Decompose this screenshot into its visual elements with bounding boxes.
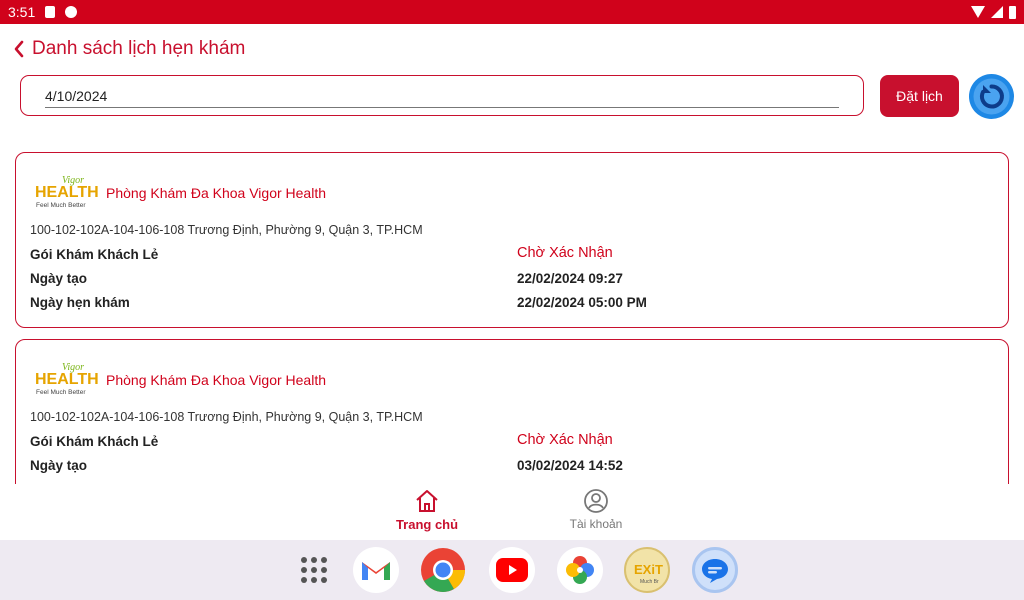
status-bar: 3:51 <box>0 0 1024 24</box>
status-time: 3:51 <box>8 4 36 20</box>
package-name: Gói Khám Khách Lẻ <box>30 247 159 262</box>
chrome-icon[interactable] <box>420 547 466 593</box>
package-name: Gói Khám Khách Lẻ <box>30 434 159 449</box>
clinic-address: 100-102-102A-104-106-108 Trương Định, Ph… <box>30 410 423 424</box>
notification-icon <box>65 6 78 18</box>
messages-icon[interactable] <box>692 547 738 593</box>
appointment-date-value: 22/02/2024 05:00 PM <box>517 295 647 310</box>
svg-text:HEALTH: HEALTH <box>35 371 98 388</box>
refresh-button[interactable] <box>969 74 1014 119</box>
status-badge: Chờ Xác Nhận <box>517 432 613 448</box>
sd-card-icon <box>45 6 56 18</box>
book-appointment-button[interactable]: Đặt lịch <box>880 75 959 117</box>
home-icon <box>416 490 438 512</box>
refresh-icon <box>969 74 1014 119</box>
appointment-list[interactable]: Vigor HEALTH Feel Much Better Phòng Khám… <box>0 140 1024 484</box>
svg-text:HEALTH: HEALTH <box>35 184 98 201</box>
youtube-icon[interactable] <box>489 547 535 593</box>
vigor-health-logo: Vigor HEALTH Feel Much Better <box>34 173 99 211</box>
appointment-card[interactable]: Vigor HEALTH Feel Much Better Phòng Khám… <box>15 339 1009 484</box>
wifi-icon <box>971 6 985 18</box>
created-label: Ngày tạo <box>30 458 88 473</box>
status-badge: Chờ Xác Nhận <box>517 245 613 261</box>
created-value: 03/02/2024 14:52 <box>517 458 623 473</box>
photos-icon[interactable] <box>557 547 603 593</box>
nav-item-home[interactable]: Trang chủ <box>390 488 464 532</box>
appointment-date-label: Ngày hẹn khám <box>30 295 130 310</box>
exit-app-icon[interactable]: EXiT Much Br <box>624 547 670 593</box>
nav-item-account[interactable]: Tài khoản <box>560 488 632 531</box>
svg-text:EXiT: EXiT <box>634 562 663 577</box>
signal-icon <box>991 6 1003 18</box>
clinic-name: Phòng Khám Đa Khoa Vigor Health <box>106 372 326 388</box>
svg-text:Much Br: Much Br <box>640 579 659 585</box>
back-arrow-icon[interactable] <box>10 36 28 62</box>
page-title: Danh sách lịch hẹn khám <box>32 38 246 59</box>
account-icon <box>584 489 608 513</box>
date-filter-input[interactable]: 4/10/2024 <box>20 75 864 116</box>
appointment-card[interactable]: Vigor HEALTH Feel Much Better Phòng Khám… <box>15 152 1009 328</box>
vigor-health-logo: Vigor HEALTH Feel Much Better <box>34 360 99 398</box>
svg-text:Feel Much Better: Feel Much Better <box>36 202 86 209</box>
nav-label-account: Tài khoản <box>569 517 623 531</box>
created-label: Ngày tạo <box>30 271 88 286</box>
bottom-navigation: Trang chủ Tài khoản <box>0 484 1024 540</box>
date-filter-value[interactable]: 4/10/2024 <box>45 88 107 104</box>
apps-grid-icon[interactable] <box>291 547 337 593</box>
nav-label-home: Trang chủ <box>395 517 459 532</box>
created-value: 22/02/2024 09:27 <box>517 271 623 286</box>
page-header: Danh sách lịch hẹn khám <box>10 36 245 62</box>
app-dock: EXiT Much Br <box>0 540 1024 600</box>
clinic-address: 100-102-102A-104-106-108 Trương Định, Ph… <box>30 223 423 237</box>
gmail-icon[interactable] <box>353 547 399 593</box>
battery-icon <box>1009 5 1016 19</box>
clinic-name: Phòng Khám Đa Khoa Vigor Health <box>106 185 326 201</box>
input-underline <box>45 107 839 108</box>
svg-text:Feel Much Better: Feel Much Better <box>36 389 86 396</box>
